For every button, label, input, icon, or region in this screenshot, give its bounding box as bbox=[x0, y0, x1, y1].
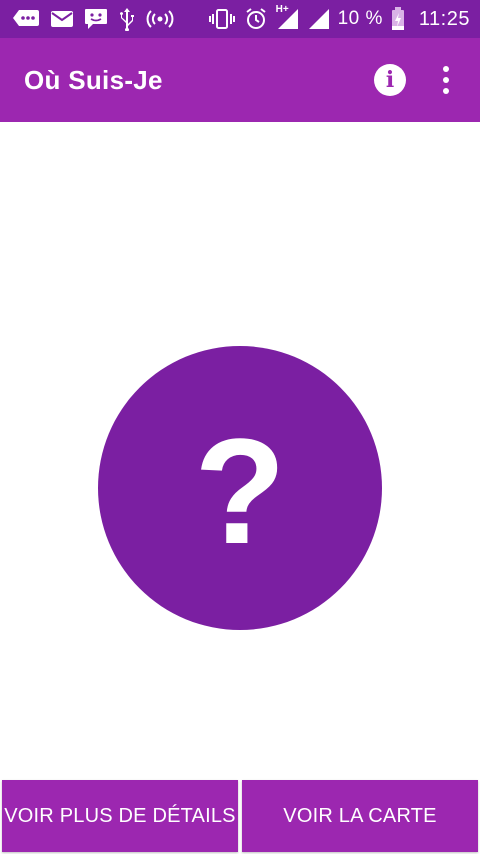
see-more-details-button[interactable]: VOIR PLUS DE DÉTAILS bbox=[2, 780, 238, 852]
battery-percent: 10 % bbox=[337, 8, 383, 29]
question-mark-icon: ? bbox=[194, 407, 286, 575]
notification-icons bbox=[12, 7, 174, 31]
status-bar: H+ 10 % 11:25 bbox=[0, 0, 480, 38]
hotspot-icon bbox=[146, 9, 174, 29]
info-icon[interactable]: i bbox=[374, 64, 406, 96]
battery-charging-icon bbox=[391, 7, 405, 31]
email-icon bbox=[50, 10, 74, 28]
screen: H+ 10 % 11:25 Où Suis-Je i ? VOIR PLUS D… bbox=[0, 0, 480, 854]
app-title: Où Suis-Je bbox=[24, 64, 163, 95]
sms-bubble-icon bbox=[12, 9, 40, 29]
system-status: H+ 10 % 11:25 bbox=[208, 4, 470, 31]
clock: 11:25 bbox=[418, 7, 470, 30]
signal-icon: H+ bbox=[275, 4, 300, 31]
network-type: H+ bbox=[275, 4, 289, 15]
unknown-location-circle: ? bbox=[98, 346, 382, 630]
chat-smiley-icon bbox=[84, 8, 108, 30]
app-bar: Où Suis-Je i bbox=[0, 38, 480, 122]
usb-icon bbox=[118, 7, 136, 31]
signal-icon-secondary bbox=[308, 8, 330, 30]
app-bar-actions: i bbox=[374, 63, 456, 97]
see-map-button[interactable]: VOIR LA CARTE bbox=[242, 780, 478, 852]
overflow-menu-icon[interactable] bbox=[436, 63, 456, 97]
vibrate-icon bbox=[208, 8, 236, 30]
alarm-icon bbox=[244, 7, 268, 31]
